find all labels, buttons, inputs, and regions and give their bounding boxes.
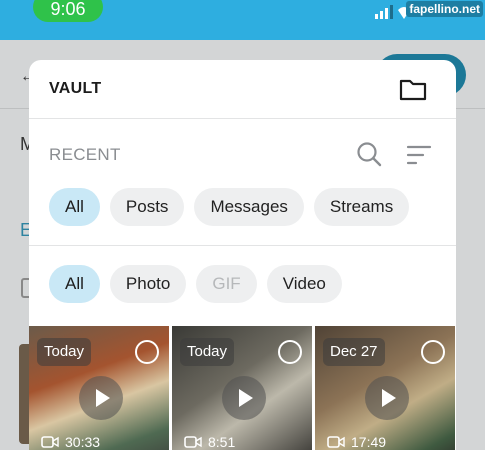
media-duration-row: 8:51 <box>184 434 235 450</box>
source-filter-chips: All Posts Messages Streams <box>49 188 410 226</box>
folder-icon[interactable] <box>398 74 428 104</box>
type-filter-chips: All Photo GIF Video <box>49 265 342 303</box>
select-circle[interactable] <box>135 340 159 364</box>
chip-type-gif[interactable]: GIF <box>196 265 257 303</box>
chip-source-messages[interactable]: Messages <box>194 188 304 226</box>
vault-modal: VAULT RECENT All Posts Messages Streams … <box>29 60 456 450</box>
modal-header: VAULT <box>29 60 456 118</box>
select-circle[interactable] <box>278 340 302 364</box>
media-duration: 8:51 <box>208 434 236 450</box>
media-tile[interactable]: Today 30:33 <box>29 326 169 450</box>
chip-type-video[interactable]: Video <box>266 265 342 303</box>
media-tile[interactable]: Today 8:51 <box>172 326 312 450</box>
media-grid: Today 30:33 Today 8:51 Dec 27 17:49 <box>29 326 456 450</box>
select-circle[interactable] <box>421 340 445 364</box>
chip-source-streams[interactable]: Streams <box>313 188 410 226</box>
vault-title: VAULT <box>49 80 102 97</box>
video-camera-icon <box>184 436 202 448</box>
play-icon[interactable] <box>79 376 123 420</box>
video-camera-icon <box>41 436 59 448</box>
watermark: fapellino.net <box>406 1 483 17</box>
search-icon[interactable] <box>356 141 382 167</box>
media-date: Dec 27 <box>323 338 385 366</box>
chip-source-all[interactable]: All <box>49 188 100 226</box>
video-camera-icon <box>327 436 345 448</box>
recent-label: RECENT <box>49 145 121 164</box>
filters-divider <box>29 245 456 246</box>
media-date: Today <box>180 338 235 366</box>
status-bar: 9:06 fapellino.net <box>0 0 485 40</box>
play-icon[interactable] <box>222 376 266 420</box>
sort-icon[interactable] <box>406 143 432 167</box>
status-time: 9:06 <box>33 0 103 22</box>
media-duration-row: 30:33 <box>41 434 100 450</box>
media-duration: 30:33 <box>65 434 101 450</box>
chip-source-posts[interactable]: Posts <box>109 188 185 226</box>
chip-type-photo[interactable]: Photo <box>109 265 187 303</box>
chip-type-all[interactable]: All <box>49 265 100 303</box>
media-duration-row: 17:49 <box>327 434 386 450</box>
recent-row: RECENT <box>29 119 456 189</box>
play-icon[interactable] <box>365 376 409 420</box>
media-tile[interactable]: Dec 27 17:49 <box>315 326 455 450</box>
media-date: Today <box>37 338 92 366</box>
media-duration: 17:49 <box>351 434 387 450</box>
